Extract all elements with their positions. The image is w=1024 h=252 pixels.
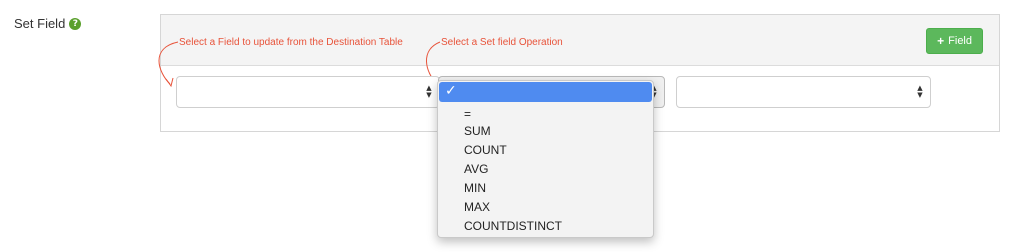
dropdown-option-avg[interactable]: AVG — [464, 160, 488, 178]
dropdown-option-max[interactable]: MAX — [464, 198, 490, 216]
select-arrows-icon: ▲▼ — [426, 84, 432, 99]
destination-annotation-arrow — [158, 41, 179, 85]
destination-arrowhead-icon — [165, 77, 174, 88]
select-arrows-icon: ▲▼ — [917, 84, 923, 99]
dropdown-option-count[interactable]: COUNT — [464, 141, 507, 159]
dropdown-option-equals[interactable]: = — [464, 105, 471, 123]
destination-field-select[interactable]: ▲ ▼ — [176, 76, 440, 108]
operation-dropdown[interactable]: ✓ = SUM COUNT AVG MIN MAX COUNTDISTINCT — [437, 80, 654, 238]
dropdown-selected-option[interactable]: ✓ — [439, 82, 652, 102]
dropdown-option-min[interactable]: MIN — [464, 179, 486, 197]
checkmark-icon: ✓ — [445, 83, 457, 99]
dropdown-option-countdistinct[interactable]: COUNTDISTINCT — [464, 217, 562, 235]
value-field-select[interactable]: ▲ ▼ — [676, 76, 931, 108]
dropdown-option-sum[interactable]: SUM — [464, 122, 491, 140]
